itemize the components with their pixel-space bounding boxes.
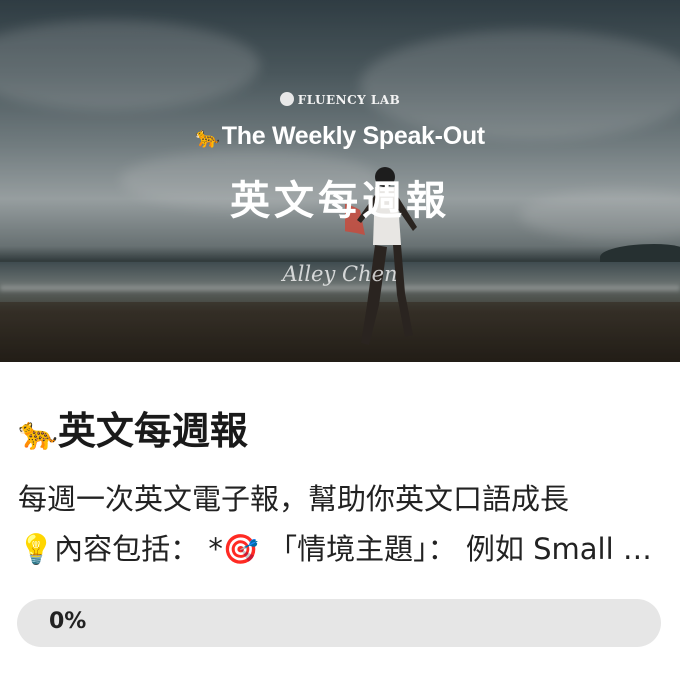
progress-label: 0% [49, 609, 87, 634]
banner-title: 英文每週報 [230, 177, 450, 224]
cover-image: FLUENCY LAB 🐆The Weekly Speak-Out 英文每週報 … [0, 0, 680, 362]
description-line-1: 每週一次英文電子報，幫助你英文口語成長 [18, 482, 570, 516]
cheetah-icon: 🐆 [18, 414, 58, 452]
banner-subtitle: 🐆The Weekly Speak-Out [195, 122, 485, 150]
description-line-2: 💡內容包括： *🎯 「情境主題」： 例如 Small talk... [18, 532, 662, 566]
newsletter-card[interactable]: FLUENCY LAB 🐆The Weekly Speak-Out 英文每週報 … [0, 0, 680, 676]
brand-label: FLUENCY LAB [0, 92, 680, 107]
progress-bar: 0% [17, 599, 661, 647]
cheetah-icon: 🐆 [195, 127, 220, 149]
fluency-lab-logo-icon [279, 92, 294, 106]
card-title[interactable]: 🐆英文每週報 [18, 400, 248, 455]
signature: Alley Chen [282, 262, 398, 286]
